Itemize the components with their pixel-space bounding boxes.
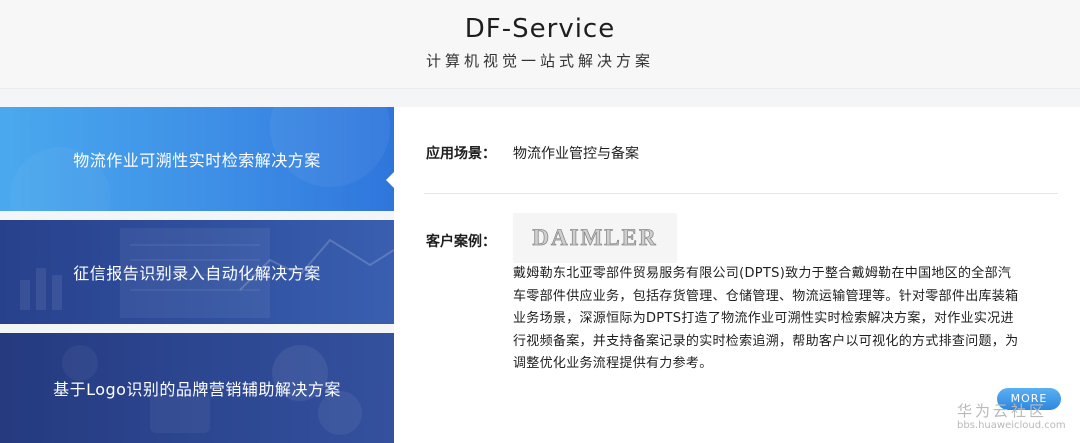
page-title: DF-Service (464, 14, 616, 44)
case-description: 戴姆勒东北亚零部件贸易服务有限公司(DPTS)致力于整合戴姆勒在中国地区的全部汽… (513, 263, 1063, 376)
scene-label: 应用场景： (426, 146, 496, 162)
page-header: DF-Service 计算机视觉一站式解决方案 (0, 0, 1080, 89)
tab-credit-report-ocr[interactable]: 征信报告识别录入自动化解决方案 (0, 220, 394, 324)
solutions-section: 物流作业可溯性实时检索解决方案 征信报告识别录入自动化解决方案 基于Logo识别… (0, 89, 1080, 443)
solution-detail-panel: 应用场景： 物流作业管控与备案 客户案例： DAIMLER 戴姆勒东北亚零部件贸… (394, 107, 1080, 441)
case-description-line: 车零部件供应业务，包括存货管理、仓储管理、物流运输管理等。针对零部件出库装箱 (513, 288, 1019, 304)
tab-label: 基于Logo识别的品牌营销辅助解决方案 (53, 380, 341, 399)
tab-label: 物流作业可溯性实时检索解决方案 (73, 151, 321, 170)
case-description-line: 戴姆勒东北亚零部件贸易服务有限公司(DPTS)致力于整合戴姆勒在中国地区的全部汽 (513, 266, 1012, 281)
divider (424, 193, 1058, 194)
page-subtitle: 计算机视觉一站式解决方案 (425, 52, 654, 70)
tab-logo-brand-marketing[interactable]: 基于Logo识别的品牌营销辅助解决方案 (0, 333, 394, 443)
customer-logo: DAIMLER (513, 213, 677, 263)
tab-logistics-traceability[interactable]: 物流作业可溯性实时检索解决方案 (0, 107, 394, 211)
tab-label: 征信报告识别录入自动化解决方案 (73, 264, 321, 283)
active-tab-pointer (386, 171, 395, 189)
scene-value: 物流作业管控与备案 (513, 146, 639, 162)
watermark-url: bbs.huaweicloud.com (957, 420, 1066, 431)
daimler-logo: DAIMLER (532, 225, 657, 251)
case-description-line: 业务场景，深源恒际为DPTS打造了物流作业可溯性实时检索解决方案，对作业实况进 (513, 311, 1014, 326)
watermark-text: 华为云社区 (957, 402, 1048, 420)
svg-text:DAIMLER: DAIMLER (532, 225, 657, 250)
case-description-line: 调整优化业务流程提供有力参考。 (513, 356, 713, 371)
case-label: 客户案例： (426, 234, 496, 250)
case-description-line: 行视频备案，并支持备案记录的实时检索追溯，帮助客户以可视化的方式排查问题，为 (513, 333, 1019, 349)
